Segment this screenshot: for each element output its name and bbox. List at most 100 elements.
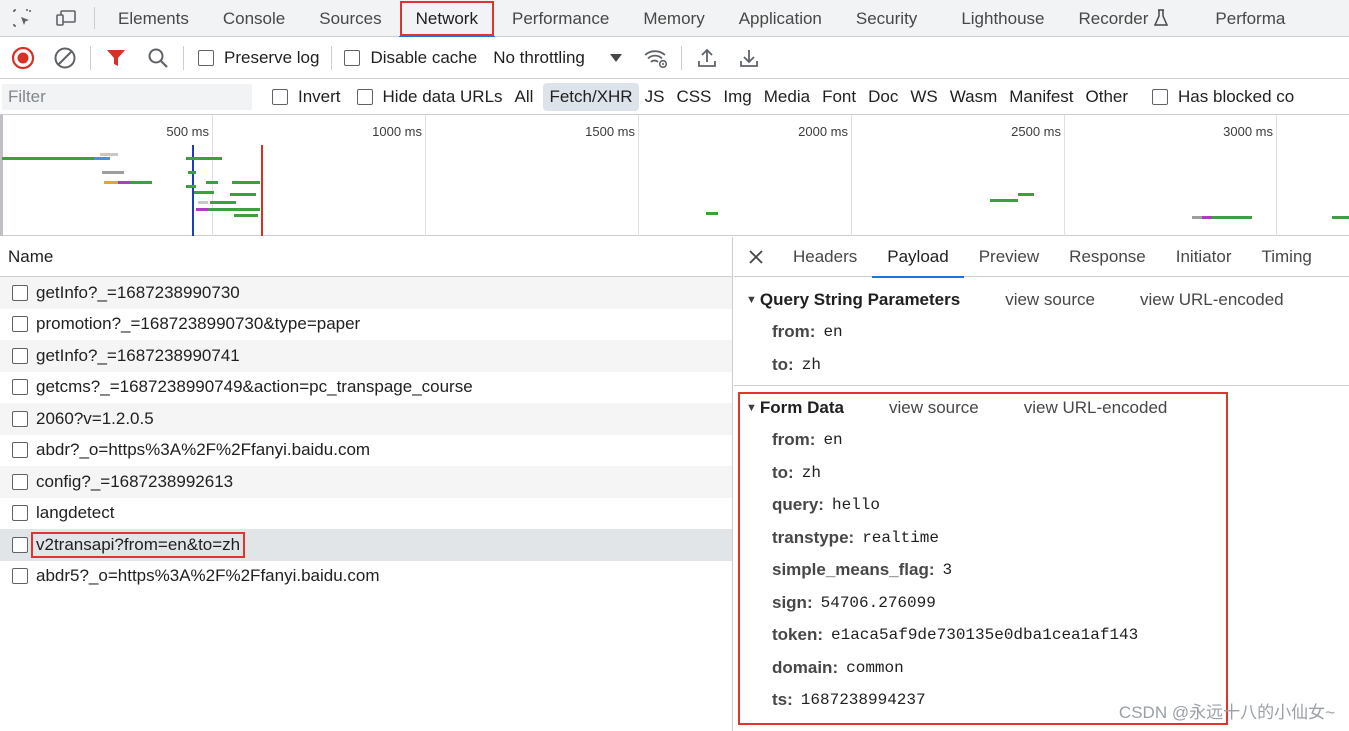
waterfall-bar xyxy=(706,212,718,215)
clear-button[interactable] xyxy=(44,37,86,79)
has-blocked-cookies-option[interactable]: Has blocked co xyxy=(1152,87,1294,107)
type-filter-img[interactable]: Img xyxy=(717,83,757,111)
row-checkbox[interactable] xyxy=(12,316,28,333)
tab-elements[interactable]: Elements xyxy=(101,0,206,37)
gridline xyxy=(1276,115,1277,236)
request-row[interactable]: abdr?_o=https%3A%2F%2Ffanyi.baidu.com xyxy=(0,435,732,467)
device-toolbar-icon[interactable] xyxy=(44,0,88,37)
type-filter-doc[interactable]: Doc xyxy=(862,83,904,111)
tab-console[interactable]: Console xyxy=(206,0,302,37)
network-overview-timeline[interactable]: 500 ms 1000 ms 1500 ms 2000 ms 2500 ms 3… xyxy=(0,115,1349,236)
type-filter-other[interactable]: Other xyxy=(1080,83,1135,111)
preserve-log-option[interactable]: Preserve log xyxy=(198,48,319,68)
toolbar-separator xyxy=(680,45,682,70)
gridline xyxy=(851,115,852,236)
hide-data-urls-checkbox[interactable] xyxy=(356,88,373,105)
row-checkbox[interactable] xyxy=(12,505,28,522)
row-checkbox[interactable] xyxy=(12,536,28,553)
filter-icon xyxy=(107,49,125,66)
view-source-link[interactable]: view source xyxy=(1005,290,1095,310)
row-checkbox[interactable] xyxy=(12,379,28,396)
param-row: query: hello xyxy=(734,489,1349,522)
request-name: getInfo?_=1687238990741 xyxy=(36,345,240,365)
tab-memory[interactable]: Memory xyxy=(626,0,721,37)
hide-data-urls-option[interactable]: Hide data URLs xyxy=(356,87,503,107)
tab-initiator[interactable]: Initiator xyxy=(1161,237,1247,277)
request-row[interactable]: 2060?v=1.2.0.5 xyxy=(0,403,732,435)
request-row-selected[interactable]: v2transapi?from=en&to=zh xyxy=(0,529,732,561)
row-checkbox[interactable] xyxy=(12,442,28,459)
tab-performance-insights[interactable]: Performa xyxy=(1185,0,1302,37)
tab-sources[interactable]: Sources xyxy=(302,0,398,37)
close-detail-button[interactable] xyxy=(734,237,778,277)
type-filter-fetch-xhr[interactable]: Fetch/XHR xyxy=(543,82,639,111)
toolbar-separator xyxy=(90,45,91,70)
param-row: to: zh xyxy=(734,349,1349,382)
waterfall-bar xyxy=(1332,216,1349,219)
tab-recorder[interactable]: Recorder xyxy=(1062,0,1186,37)
tab-payload[interactable]: Payload xyxy=(872,237,965,278)
type-filter-manifest[interactable]: Manifest xyxy=(1003,83,1079,111)
invert-checkbox[interactable] xyxy=(272,88,288,105)
throttling-select[interactable]: No throttling xyxy=(493,48,623,68)
request-row[interactable]: getcms?_=1687238990749&action=pc_transpa… xyxy=(0,372,732,404)
row-checkbox[interactable] xyxy=(12,347,28,364)
row-checkbox[interactable] xyxy=(12,473,28,490)
waterfall-bar xyxy=(990,199,1018,202)
tick-label: 2000 ms xyxy=(798,124,848,139)
type-filter-css[interactable]: CSS xyxy=(670,83,717,111)
tab-application[interactable]: Application xyxy=(722,0,839,37)
network-conditions-button[interactable] xyxy=(635,37,677,79)
request-row[interactable]: langdetect xyxy=(0,498,732,530)
type-filter-js[interactable]: JS xyxy=(639,83,671,111)
tab-preview[interactable]: Preview xyxy=(964,237,1054,277)
param-value: zh xyxy=(801,463,821,482)
request-name: abdr?_o=https%3A%2F%2Ffanyi.baidu.com xyxy=(36,440,371,460)
invert-option[interactable]: Invert xyxy=(272,87,341,107)
import-har-button[interactable] xyxy=(686,37,728,79)
request-row[interactable]: abdr5?_o=https%3A%2F%2Ffanyi.baidu.com xyxy=(0,560,732,592)
row-checkbox[interactable] xyxy=(12,568,28,585)
overview-left-handle[interactable] xyxy=(0,115,3,236)
type-filter-font[interactable]: Font xyxy=(816,83,862,111)
filter-input[interactable] xyxy=(2,83,252,110)
query-string-header[interactable]: ▼ Query String Parameters view source vi… xyxy=(734,284,1349,316)
tab-security[interactable]: Security xyxy=(839,0,934,37)
param-key: token: xyxy=(772,625,823,645)
request-row[interactable]: config?_=1687238992613 xyxy=(0,466,732,498)
type-filter-wasm[interactable]: Wasm xyxy=(944,83,1004,111)
name-column-header[interactable]: Name xyxy=(0,237,732,277)
request-row[interactable]: getInfo?_=1687238990741 xyxy=(0,340,732,372)
request-row[interactable]: getInfo?_=1687238990730 xyxy=(0,277,732,309)
row-checkbox[interactable] xyxy=(12,284,28,301)
waterfall-bar xyxy=(230,193,256,196)
form-data-header[interactable]: ▼ Form Data view source view URL-encoded xyxy=(734,392,1349,424)
tab-lighthouse[interactable]: Lighthouse xyxy=(944,0,1061,37)
row-checkbox[interactable] xyxy=(12,410,28,427)
tab-performance[interactable]: Performance xyxy=(495,0,626,37)
tab-headers[interactable]: Headers xyxy=(778,237,872,277)
tab-response[interactable]: Response xyxy=(1054,237,1161,277)
export-har-button[interactable] xyxy=(728,37,770,79)
waterfall-bar xyxy=(186,157,222,160)
view-url-encoded-link[interactable]: view URL-encoded xyxy=(1140,290,1284,310)
view-source-link[interactable]: view source xyxy=(889,398,979,418)
inspect-element-icon[interactable] xyxy=(0,0,44,37)
type-filter-ws[interactable]: WS xyxy=(904,83,943,111)
type-filter-media[interactable]: Media xyxy=(758,83,816,111)
tab-timing[interactable]: Timing xyxy=(1246,237,1326,277)
preserve-log-checkbox[interactable] xyxy=(198,49,214,66)
has-blocked-cookies-checkbox[interactable] xyxy=(1152,88,1169,105)
disable-cache-option[interactable]: Disable cache xyxy=(344,48,477,68)
tab-network[interactable]: Network xyxy=(398,0,496,38)
waterfall-bar xyxy=(206,181,218,184)
request-list-pane: Name getInfo?_=1687238990730 promotion?_… xyxy=(0,237,733,731)
search-button[interactable] xyxy=(137,37,179,79)
type-filter-all[interactable]: All xyxy=(509,83,540,111)
disable-cache-checkbox[interactable] xyxy=(344,49,361,66)
request-row[interactable]: promotion?_=1687238990730&type=paper xyxy=(0,309,732,341)
filter-toggle-button[interactable] xyxy=(95,37,137,79)
view-url-encoded-link[interactable]: view URL-encoded xyxy=(1024,398,1168,418)
record-button[interactable] xyxy=(2,37,44,79)
param-row: simple_means_flag: 3 xyxy=(734,554,1349,587)
